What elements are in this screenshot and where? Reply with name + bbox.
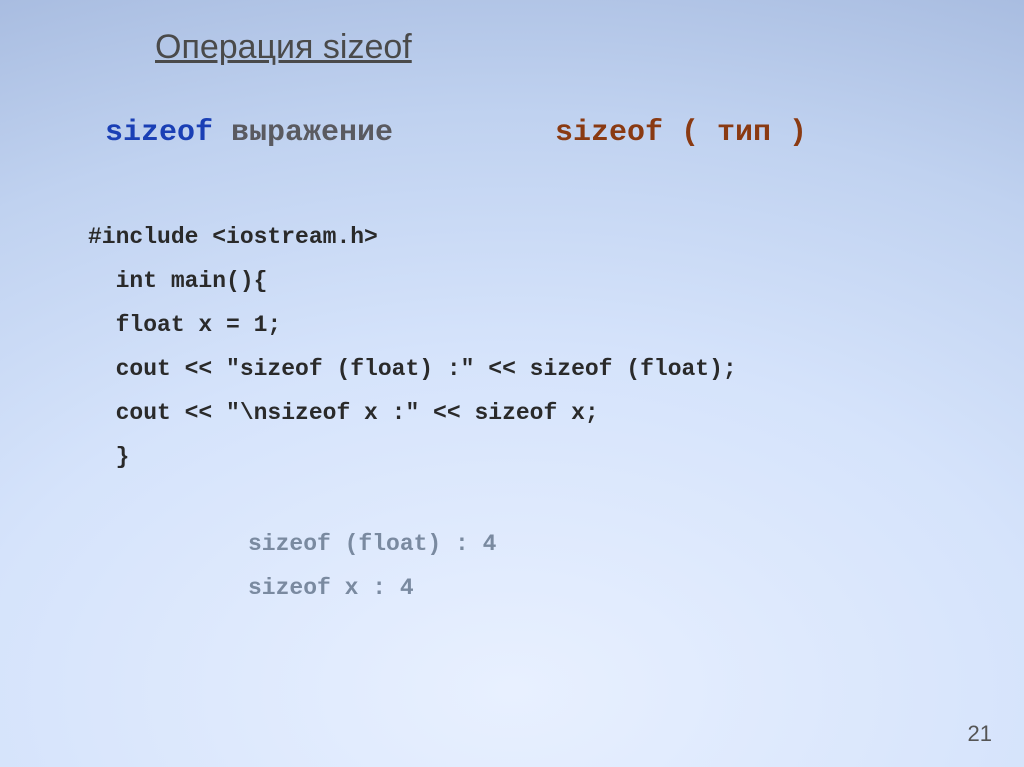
code-line: float x = 1; (88, 303, 737, 347)
keyword-sizeof-2: sizeof (555, 116, 663, 150)
code-line: cout << "\nsizeof x :" << sizeof x; (88, 391, 737, 435)
syntax-expr-text: выражение (213, 116, 393, 150)
code-block: #include <iostream.h> int main(){ float … (88, 215, 737, 479)
syntax-type-text: ( тип ) (663, 116, 807, 150)
code-line: int main(){ (88, 259, 737, 303)
output-block: sizeof (float) : 4sizeof x : 4 (248, 522, 496, 610)
output-line: sizeof x : 4 (248, 566, 496, 610)
code-line: #include <iostream.h> (88, 215, 737, 259)
code-line: } (88, 435, 737, 479)
code-line: cout << "sizeof (float) :" << sizeof (fl… (88, 347, 737, 391)
slide: Операция sizeof sizeof выражение sizeof … (0, 0, 1024, 767)
syntax-expression: sizeof выражение (105, 116, 393, 150)
output-line: sizeof (float) : 4 (248, 522, 496, 566)
slide-title: Операция sizeof (155, 28, 412, 67)
syntax-type: sizeof ( тип ) (555, 116, 807, 150)
page-number: 21 (968, 721, 992, 747)
keyword-sizeof-1: sizeof (105, 116, 213, 150)
